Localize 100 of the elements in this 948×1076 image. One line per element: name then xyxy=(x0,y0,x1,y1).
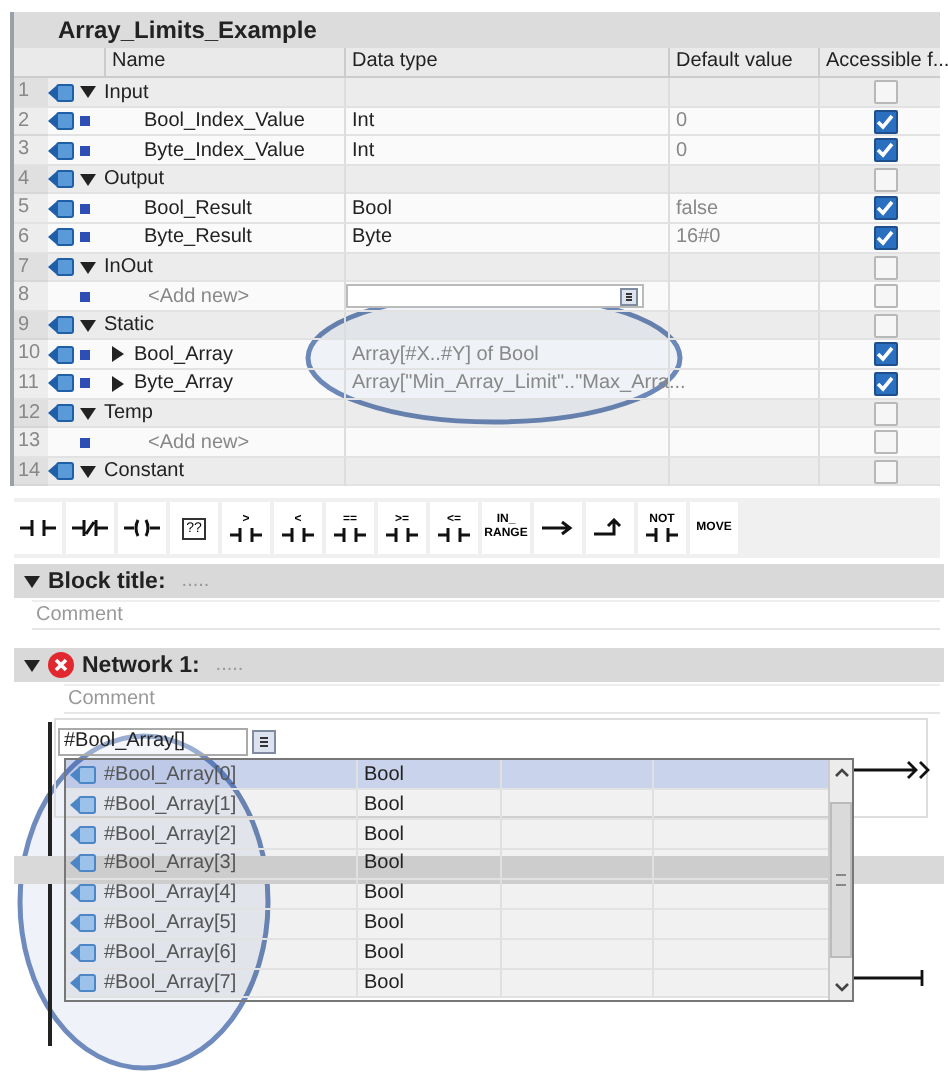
collapse-arrow-icon[interactable] xyxy=(80,261,96,274)
branch-arrow-icon xyxy=(594,518,626,539)
data-type: Bool xyxy=(356,879,500,908)
instruction-button[interactable] xyxy=(586,502,634,555)
default-value: false xyxy=(676,197,719,220)
checkbox[interactable] xyxy=(873,401,897,426)
instruction-button[interactable] xyxy=(118,502,166,555)
tag-name: Output xyxy=(104,168,165,191)
list-item[interactable]: #Bool_Array[7] Bool xyxy=(66,969,828,999)
default-value: 0 xyxy=(676,139,688,162)
list-item[interactable]: #Bool_Array[3] Bool xyxy=(66,849,828,880)
checkbox[interactable] xyxy=(873,284,897,309)
collapse-arrow-icon[interactable] xyxy=(24,659,40,672)
bullet-icon xyxy=(80,378,90,389)
tag-name: Bool_Array xyxy=(134,343,233,366)
instruction-button[interactable] xyxy=(14,502,62,555)
column-header: Name xyxy=(104,48,344,76)
checkbox[interactable] xyxy=(873,371,897,396)
data-type: Bool xyxy=(356,790,500,819)
interface-icon xyxy=(70,795,96,814)
instruction-button[interactable] xyxy=(66,502,114,555)
scrollbar[interactable] xyxy=(828,760,852,1001)
contact-icon xyxy=(438,528,470,543)
interface-icon xyxy=(48,316,74,335)
scroll-up-icon[interactable] xyxy=(833,766,849,779)
default-value: 0 xyxy=(676,110,688,133)
tag-name: Constant xyxy=(104,460,185,483)
bullet-icon xyxy=(80,291,90,302)
contact-icon xyxy=(20,518,56,539)
checkbox[interactable] xyxy=(873,196,897,221)
data-type: Bool xyxy=(356,939,500,968)
interface-icon xyxy=(70,944,96,963)
operand-name: #Bool_Array[3] xyxy=(104,852,237,875)
line-number: 1 xyxy=(14,78,48,106)
data-type: Bool xyxy=(352,197,393,220)
contact-icon xyxy=(334,528,366,543)
checkbox[interactable] xyxy=(873,313,897,338)
data-type: Int xyxy=(352,110,375,133)
checkbox[interactable] xyxy=(873,225,897,250)
checkbox[interactable] xyxy=(873,138,897,163)
collapse-arrow-icon[interactable] xyxy=(24,575,40,588)
arrow-icon xyxy=(542,518,574,539)
line-number: 2 xyxy=(14,107,48,136)
data-type: Bool xyxy=(356,909,500,938)
interface-icon xyxy=(70,973,96,992)
operand-name: #Bool_Array[5] xyxy=(104,912,237,935)
tag-name: <Add new> xyxy=(146,431,250,454)
checkbox[interactable] xyxy=(873,167,897,192)
instruction-button[interactable] xyxy=(534,502,582,555)
interface-icon xyxy=(70,825,96,844)
expand-arrow-icon[interactable] xyxy=(112,375,124,392)
list-icon[interactable] xyxy=(620,287,638,306)
operand-name: #Bool_Array[4] xyxy=(104,882,237,905)
line-number: 5 xyxy=(14,194,48,223)
bullet-icon xyxy=(80,203,90,214)
list-icon[interactable] xyxy=(251,730,276,755)
expand-arrow-icon[interactable] xyxy=(112,346,124,363)
line-number: 4 xyxy=(14,165,48,194)
line-number: 8 xyxy=(14,282,48,311)
line-number: 7 xyxy=(14,253,48,282)
bullet-icon xyxy=(80,116,90,127)
data-type: Array[#X..#Y] of Bool xyxy=(352,343,539,366)
checkbox[interactable] xyxy=(873,80,897,104)
collapse-arrow-icon[interactable] xyxy=(80,407,96,420)
line-number: 6 xyxy=(14,223,48,252)
list-item[interactable]: #Bool_Array[1] Bool xyxy=(66,790,828,821)
checkbox[interactable] xyxy=(873,459,897,484)
scroll-down-icon[interactable] xyxy=(833,982,849,995)
data-type: Byte xyxy=(352,226,393,249)
list-item[interactable]: #Bool_Array[4] Bool xyxy=(66,879,828,910)
data-type: Bool xyxy=(356,969,500,997)
interface-icon xyxy=(48,112,74,131)
list-item[interactable]: #Bool_Array[6] Bool xyxy=(66,939,828,970)
line-number: 9 xyxy=(14,311,48,340)
checkbox[interactable] xyxy=(873,255,897,280)
tag-name: <Add new> xyxy=(146,285,250,308)
line-number: 14 xyxy=(14,457,48,486)
network-label: Network 1: xyxy=(82,653,200,678)
list-item[interactable]: #Bool_Array[2] Bool xyxy=(66,820,828,850)
bullet-icon xyxy=(80,437,90,448)
tag-name: Byte_Array xyxy=(134,372,233,395)
interface-icon xyxy=(48,199,74,218)
checkbox[interactable] xyxy=(873,430,897,455)
collapse-arrow-icon[interactable] xyxy=(80,86,96,98)
interface-icon xyxy=(70,765,96,784)
checkbox[interactable] xyxy=(873,109,897,134)
list-item[interactable]: #Bool_Array[5] Bool xyxy=(66,909,828,940)
data-type: Bool xyxy=(356,849,500,878)
bullet-icon xyxy=(80,145,90,156)
tag-name: Byte_Result xyxy=(144,226,252,249)
interface-icon xyxy=(48,404,74,423)
data-type-field[interactable] xyxy=(346,284,644,309)
operand-field[interactable]: #Bool_Array[] xyxy=(58,728,248,757)
interface-icon xyxy=(48,258,74,277)
interface-icon xyxy=(70,854,96,873)
collapse-arrow-icon[interactable] xyxy=(80,173,96,186)
line-number: 3 xyxy=(14,136,48,165)
checkbox[interactable] xyxy=(873,342,897,367)
collapse-arrow-icon[interactable] xyxy=(80,465,96,478)
collapse-arrow-icon[interactable] xyxy=(80,319,96,332)
